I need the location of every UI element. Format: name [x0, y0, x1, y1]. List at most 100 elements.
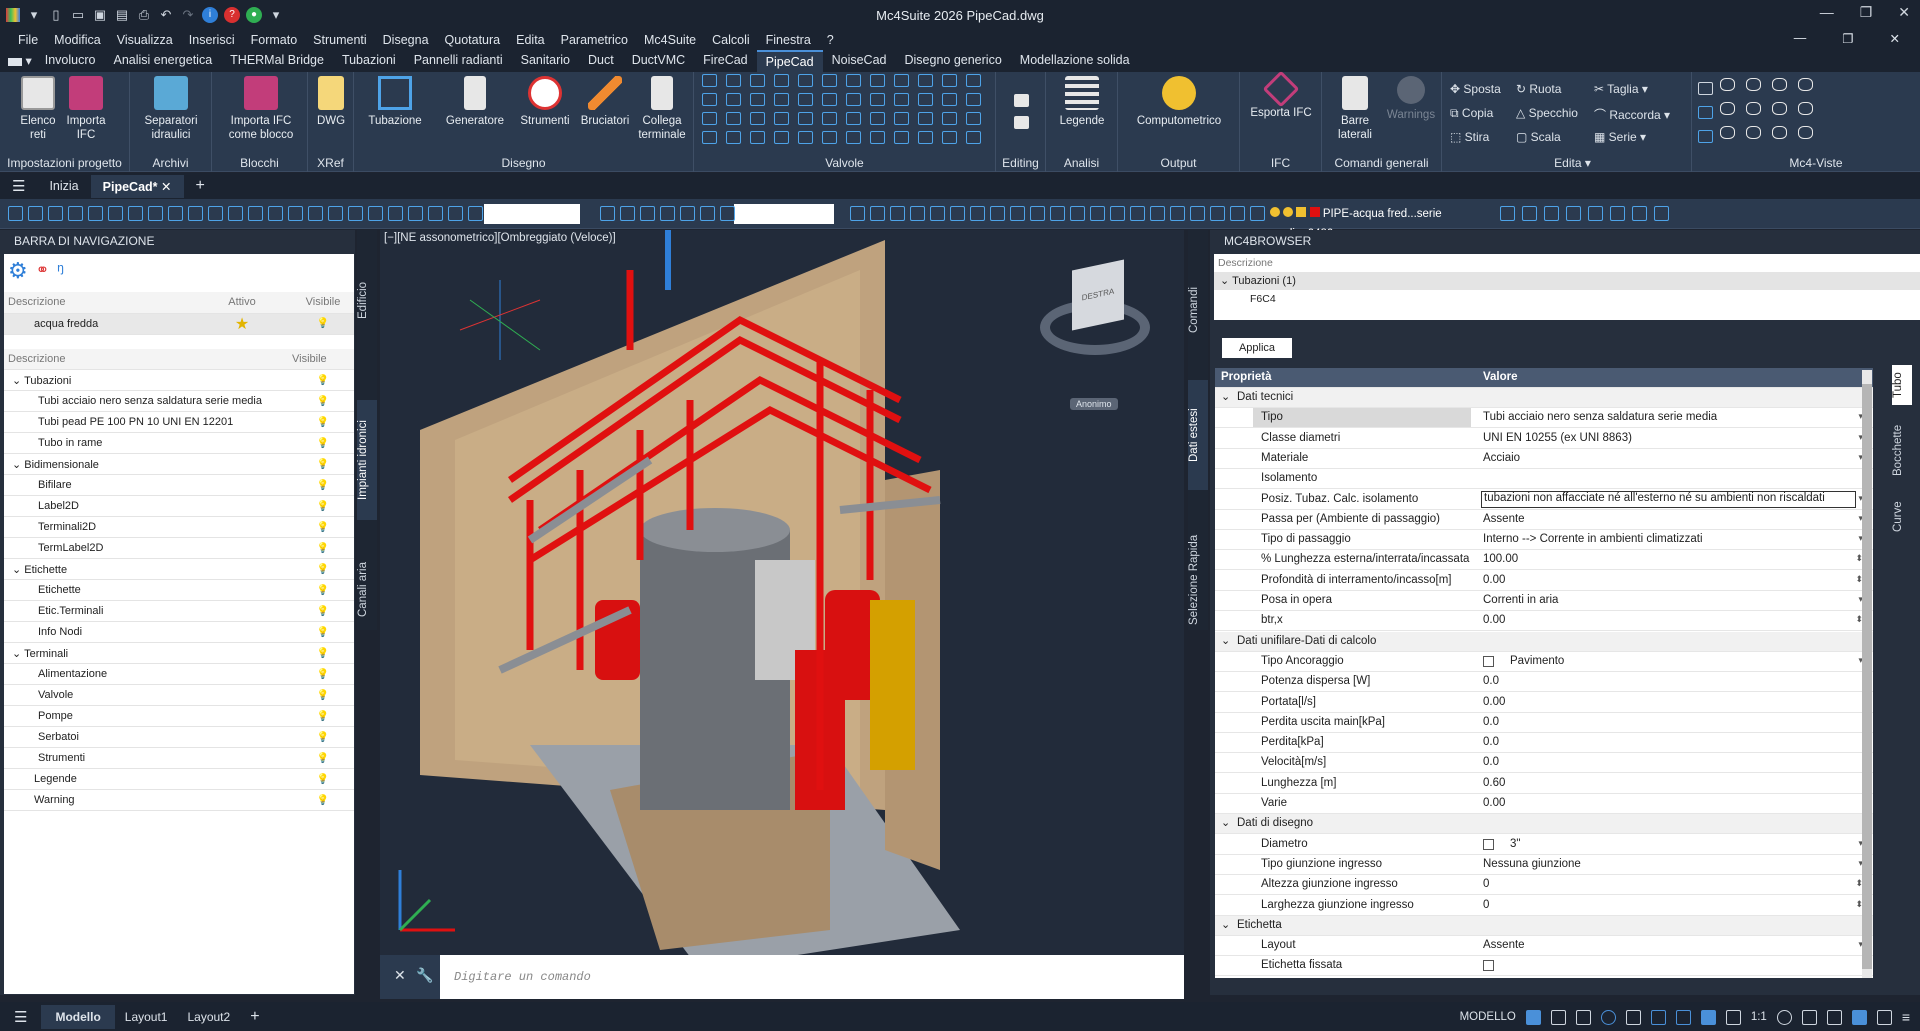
valve-icon[interactable]	[750, 93, 765, 106]
property-row[interactable]: btr,x 0.00 ⬍	[1215, 611, 1873, 632]
status-menu-icon[interactable]: ☰	[0, 1008, 41, 1026]
valve-icon[interactable]	[918, 74, 933, 87]
property-row[interactable]: Tipo giunzione ingresso Nessuna giunzione…	[1215, 855, 1873, 875]
draw-tool-icon[interactable]	[1090, 206, 1105, 221]
valve-icon[interactable]	[774, 112, 789, 125]
valve-icon[interactable]	[822, 93, 837, 106]
draw-tool-icon[interactable]	[950, 206, 965, 221]
visibility-bulb-icon[interactable]: 💡	[288, 516, 354, 538]
draw-tool-icon[interactable]	[1170, 206, 1185, 221]
menu-item-12[interactable]: Finestra	[758, 33, 819, 47]
draw-tool-icon[interactable]	[600, 206, 615, 221]
command-input[interactable]: Digitare un comando	[440, 955, 1184, 999]
valve-icon[interactable]	[870, 131, 885, 144]
draw-tool-icon[interactable]	[660, 206, 675, 221]
valve-icon[interactable]	[726, 112, 741, 125]
tree-row[interactable]: Tubi pead PE 100 PN 10 UNI EN 12201 💡	[4, 411, 354, 433]
valve-icon[interactable]	[894, 74, 909, 87]
draw-tool-icon[interactable]	[1210, 206, 1225, 221]
draw-tool-icon[interactable]	[970, 206, 985, 221]
customize-chevron-icon[interactable]: ▾	[268, 7, 284, 23]
draw-tool-icon[interactable]	[1588, 206, 1603, 221]
valve-icon[interactable]	[870, 93, 885, 106]
side-tab-tubo[interactable]: Tubo	[1892, 365, 1912, 405]
match-icon[interactable]	[1698, 106, 1713, 119]
serie-button[interactable]: ▦ Serie ▾	[1594, 130, 1646, 144]
warnings-button[interactable]: Warnings	[1384, 76, 1438, 122]
menu-item-13[interactable]: ?	[819, 33, 842, 47]
property-row[interactable]: Diametro 3" ▾	[1215, 835, 1873, 855]
valve-icon[interactable]	[822, 112, 837, 125]
valve-icon[interactable]	[702, 112, 717, 125]
draw-tool-icon[interactable]	[870, 206, 885, 221]
save-icon[interactable]: ▣	[92, 7, 108, 23]
view-preset-icon[interactable]	[1772, 126, 1787, 139]
isolate-icon[interactable]	[1826, 1009, 1842, 1025]
menu-item-2[interactable]: Visualizza	[109, 33, 181, 47]
draw-tool-icon[interactable]	[68, 206, 83, 221]
menu-item-8[interactable]: Edita	[508, 33, 553, 47]
edit-node-icon[interactable]	[1014, 116, 1029, 129]
view-preset-icon[interactable]	[1798, 126, 1813, 139]
property-category[interactable]: ⌄ Dati tecnici	[1215, 388, 1873, 408]
draw-tool-icon[interactable]	[288, 206, 303, 221]
ortho-icon[interactable]	[1575, 1009, 1591, 1025]
restore-icon[interactable]: ❐	[1860, 4, 1873, 21]
sposta-button[interactable]: ✥ Sposta	[1450, 82, 1501, 96]
draw-tool-icon[interactable]	[1110, 206, 1125, 221]
view-preset-icon[interactable]	[1720, 126, 1735, 139]
valve-icon[interactable]	[918, 131, 933, 144]
undo-icon[interactable]: ↶	[158, 7, 174, 23]
specchio-button[interactable]: △ Specchio	[1516, 106, 1578, 120]
redo-icon[interactable]: ↷	[180, 7, 196, 23]
visibility-bulb-icon[interactable]: 💡	[288, 558, 354, 580]
info-icon[interactable]: i	[202, 7, 218, 23]
tab-pipecad[interactable]: PipeCad* ✕	[90, 174, 184, 198]
draw-tool-icon[interactable]	[168, 206, 183, 221]
valve-icon[interactable]	[918, 112, 933, 125]
clean-screen-icon[interactable]	[1876, 1009, 1892, 1025]
valve-icon[interactable]	[894, 93, 909, 106]
valve-icon[interactable]	[750, 131, 765, 144]
property-checkbox[interactable]	[1483, 838, 1494, 850]
doc-close-icon[interactable]: ✕	[1882, 31, 1908, 46]
doc-restore-icon[interactable]: ❐	[1834, 31, 1861, 46]
help-icon[interactable]: ?	[224, 7, 240, 23]
draw-tool-icon[interactable]	[108, 206, 123, 221]
layer-combo[interactable]: PIPE-acqua fred...serie media_0480 ▾	[1270, 204, 1490, 240]
legende-button[interactable]: Legende	[1054, 76, 1110, 128]
property-row[interactable]: Posiz. Tubaz. Calc. isolamento tubazioni …	[1215, 490, 1873, 510]
visibility-bulb-icon[interactable]: 💡	[288, 726, 354, 748]
ribbon-tab-1[interactable]: Analisi energetica	[104, 50, 221, 72]
menu-item-5[interactable]: Strumenti	[305, 33, 375, 47]
active-star-icon[interactable]: ★	[192, 313, 288, 335]
valve-icon[interactable]	[942, 112, 957, 125]
view-preset-icon[interactable]	[1798, 78, 1813, 91]
valve-icon[interactable]	[918, 93, 933, 106]
visibility-bulb-icon[interactable]: 💡	[288, 705, 354, 727]
draw-tool-icon[interactable]	[428, 206, 443, 221]
visibility-bulb-icon[interactable]: 💡	[288, 432, 354, 454]
draw-tool-icon[interactable]	[1632, 206, 1647, 221]
tree-row[interactable]: ⌄ Bidimensionale 💡	[4, 453, 354, 475]
ribbon-tab-7[interactable]: DuctVMC	[623, 50, 694, 72]
collapse-chevron-icon[interactable]: ⌄	[1221, 816, 1230, 829]
tab-layout2[interactable]: Layout2	[177, 1010, 240, 1024]
tubazioni-group[interactable]: ⌄ Tubazioni (1)	[1214, 272, 1920, 290]
minimize-icon[interactable]: —	[1820, 4, 1834, 21]
draw-tool-icon[interactable]	[1190, 206, 1205, 221]
scrollbar-thumb[interactable]	[1862, 384, 1872, 969]
draw-tool-icon[interactable]	[88, 206, 103, 221]
valve-icon[interactable]	[870, 112, 885, 125]
ribbon-tab-8[interactable]: FireCad	[694, 50, 756, 72]
tree-row[interactable]: Etichette 💡	[4, 579, 354, 601]
menu-item-1[interactable]: Modifica	[46, 33, 109, 47]
draw-tool-icon[interactable]	[1030, 206, 1045, 221]
plus-icon[interactable]	[1801, 1009, 1817, 1025]
draw-tool-icon[interactable]	[208, 206, 223, 221]
view-preset-icon[interactable]	[1746, 102, 1761, 115]
draw-tool-icon[interactable]	[1050, 206, 1065, 221]
valve-icon[interactable]	[750, 74, 765, 87]
property-row[interactable]: Visibilità etichettaMai▾	[1215, 977, 1873, 978]
visibility-bulb-icon[interactable]: 💡	[288, 663, 354, 685]
